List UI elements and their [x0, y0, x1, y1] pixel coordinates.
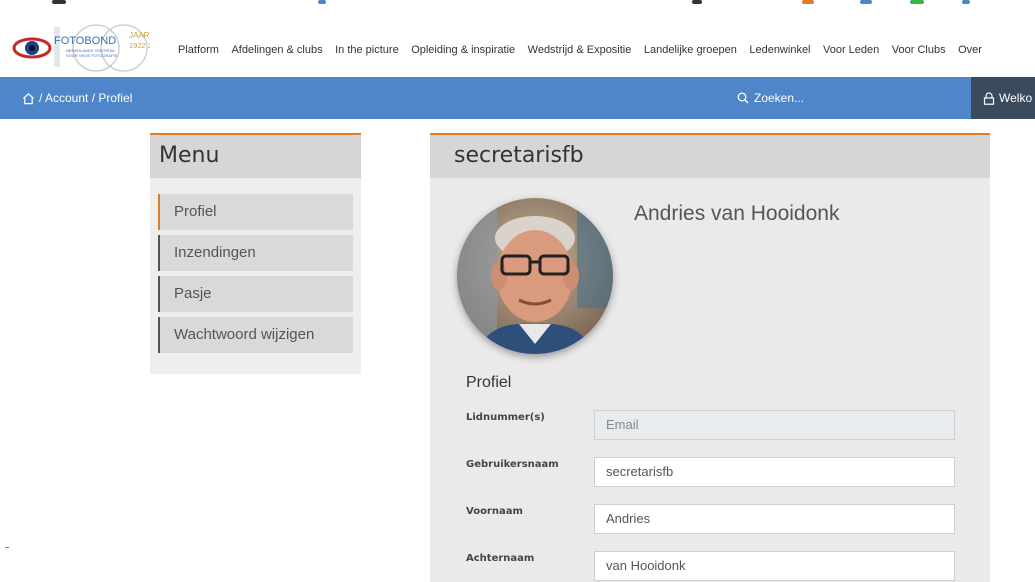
fotobond-logo[interactable]: FOTOBOND JAAR 1922 2022 NEDERLANDS CENTR… [10, 24, 164, 72]
menu-item-wachtwoord-wijzigen[interactable]: Wachtwoord wijzigen [158, 317, 353, 353]
nav-opleiding-inspiratie[interactable]: Opleiding & inspiratie [411, 44, 515, 56]
nav-landelijke-groepen[interactable]: Landelijke groepen [644, 44, 737, 56]
nav-in-the-picture[interactable]: In the picture [335, 44, 399, 56]
voornaam-field[interactable]: Andries [594, 504, 955, 534]
breadcrumb-bar [0, 77, 1035, 119]
lidnummer-field[interactable]: Email [594, 410, 955, 440]
login-button[interactable]: Welko [971, 77, 1035, 119]
search-button[interactable]: Zoeken... [737, 91, 804, 105]
profile-full-name: Andries van Hooidonk [634, 202, 840, 225]
achternaam-field[interactable]: van Hooidonk [594, 551, 955, 581]
logo-brand: FOTOBOND [54, 35, 116, 47]
search-icon [737, 92, 749, 104]
nav-voor-clubs[interactable]: Voor Clubs [892, 44, 946, 56]
nav-afdelingen-clubs[interactable]: Afdelingen & clubs [231, 44, 322, 56]
account-menu: Menu Profiel Inzendingen Pasje Wachtwoor… [150, 133, 361, 374]
decorative-tick [5, 547, 9, 548]
home-icon [22, 92, 35, 104]
logo-subtitle-2: VOOR VRIJE FOTOGRAFIE [66, 53, 118, 58]
browser-toolbar-strip [0, 0, 1035, 12]
profile-section-title: Profiel [466, 374, 512, 391]
label-achternaam: Achternaam [466, 553, 535, 564]
profile-header: secretarisfb [430, 135, 990, 178]
nav-platform[interactable]: Platform [178, 44, 219, 56]
menu-item-profiel[interactable]: Profiel [158, 194, 353, 230]
label-voornaam: Voornaam [466, 506, 523, 517]
nav-ledenwinkel[interactable]: Ledenwinkel [749, 44, 810, 56]
lock-icon [983, 91, 995, 105]
label-gebruikersnaam: Gebruikersnaam [466, 459, 559, 470]
profile-panel: secretarisfb Andries van Hooidonk Profie… [430, 133, 990, 582]
eye-icon [12, 37, 52, 59]
label-lidnummer: Lidnummer(s) [466, 412, 545, 423]
logo-years: 1922 2022 [129, 41, 150, 50]
breadcrumb-text: / Account / Profiel [39, 91, 133, 105]
gebruikersnaam-field[interactable]: secretarisfb [594, 457, 955, 487]
main-navigation: Platform Afdelingen & clubs In the picture… [178, 44, 994, 56]
menu-item-pasje[interactable]: Pasje [158, 276, 353, 312]
menu-header: Menu [150, 135, 361, 178]
avatar [457, 198, 613, 354]
menu-item-inzendingen[interactable]: Inzendingen [158, 235, 353, 271]
nav-over[interactable]: Over [958, 44, 982, 56]
search-label: Zoeken... [754, 91, 805, 105]
menu-title: Menu [159, 143, 220, 168]
login-label: Welko [999, 91, 1033, 105]
nav-voor-leden[interactable]: Voor Leden [823, 44, 879, 56]
profile-username-heading: secretarisfb [454, 143, 584, 168]
breadcrumb[interactable]: / Account / Profiel [22, 91, 132, 105]
nav-wedstrijd-expositie[interactable]: Wedstrijd & Expositie [528, 44, 632, 56]
logo-jaar: JAAR [129, 31, 150, 40]
